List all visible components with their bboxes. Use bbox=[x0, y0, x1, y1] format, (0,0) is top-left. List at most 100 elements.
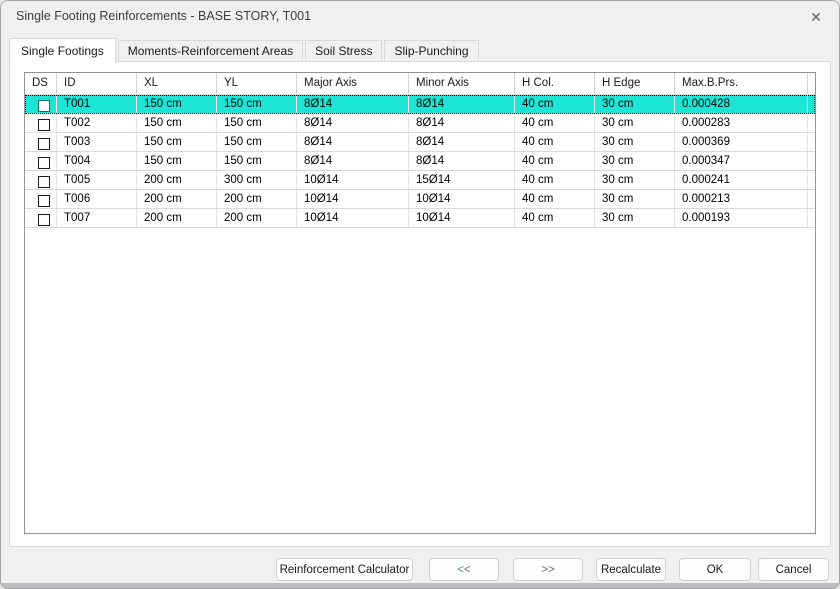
cell-yl: 200 cm bbox=[217, 209, 297, 227]
column-header-xl[interactable]: XL bbox=[137, 73, 217, 94]
cell-yl: 150 cm bbox=[217, 114, 297, 132]
cell-h-col: 40 cm bbox=[515, 152, 595, 170]
cell-h-edge: 30 cm bbox=[595, 171, 675, 189]
cell-minor-axis: 10Ø14 bbox=[409, 209, 515, 227]
table-header-row: DS ID XL YL Major Axis Minor Axis H Col.… bbox=[25, 73, 815, 95]
tab-page-single-footings: DS ID XL YL Major Axis Minor Axis H Col.… bbox=[9, 61, 831, 547]
cell-minor-axis: 8Ø14 bbox=[409, 95, 515, 113]
footings-table: DS ID XL YL Major Axis Minor Axis H Col.… bbox=[24, 72, 816, 534]
cell-yl: 150 cm bbox=[217, 95, 297, 113]
column-header-ds[interactable]: DS bbox=[25, 73, 57, 94]
cell-h-col: 40 cm bbox=[515, 171, 595, 189]
cell-xl: 150 cm bbox=[137, 152, 217, 170]
table-row[interactable]: T003 150 cm 150 cm 8Ø14 8Ø14 40 cm 30 cm… bbox=[25, 133, 815, 152]
column-header-h-col[interactable]: H Col. bbox=[515, 73, 595, 94]
cell-ds bbox=[25, 152, 57, 170]
cell-xl: 150 cm bbox=[137, 133, 217, 151]
row-checkbox[interactable] bbox=[38, 138, 50, 150]
cell-ds bbox=[25, 133, 57, 151]
row-checkbox[interactable] bbox=[38, 195, 50, 207]
cell-minor-axis: 15Ø14 bbox=[409, 171, 515, 189]
cell-xl: 200 cm bbox=[137, 190, 217, 208]
cell-ds bbox=[25, 114, 57, 132]
cell-h-edge: 30 cm bbox=[595, 95, 675, 113]
cell-major-axis: 8Ø14 bbox=[297, 114, 409, 132]
cell-yl: 150 cm bbox=[217, 133, 297, 151]
cell-max-b-prs: 0.000241 bbox=[675, 171, 808, 189]
cell-id: T004 bbox=[57, 152, 137, 170]
row-checkbox[interactable] bbox=[38, 157, 50, 169]
cell-h-edge: 30 cm bbox=[595, 152, 675, 170]
cell-yl: 300 cm bbox=[217, 171, 297, 189]
cell-xl: 150 cm bbox=[137, 95, 217, 113]
row-checkbox[interactable] bbox=[38, 100, 50, 112]
cell-h-col: 40 cm bbox=[515, 133, 595, 151]
column-header-minor-axis[interactable]: Minor Axis bbox=[409, 73, 515, 94]
cell-id: T007 bbox=[57, 209, 137, 227]
cell-h-edge: 30 cm bbox=[595, 190, 675, 208]
cell-major-axis: 8Ø14 bbox=[297, 133, 409, 151]
column-header-max-b-prs[interactable]: Max.B.Prs. bbox=[675, 73, 808, 94]
cell-spacer bbox=[808, 95, 815, 113]
cell-h-col: 40 cm bbox=[515, 190, 595, 208]
table-body: T001 150 cm 150 cm 8Ø14 8Ø14 40 cm 30 cm… bbox=[25, 95, 815, 228]
cell-h-col: 40 cm bbox=[515, 209, 595, 227]
cell-id: T002 bbox=[57, 114, 137, 132]
table-row[interactable]: T004 150 cm 150 cm 8Ø14 8Ø14 40 cm 30 cm… bbox=[25, 152, 815, 171]
cell-ds bbox=[25, 95, 57, 113]
reinforcement-calculator-button[interactable]: Reinforcement Calculator bbox=[276, 558, 413, 581]
cell-minor-axis: 8Ø14 bbox=[409, 114, 515, 132]
row-checkbox[interactable] bbox=[38, 176, 50, 188]
tab-moments-reinforcement-areas[interactable]: Moments-Reinforcement Areas bbox=[118, 40, 303, 62]
cell-id: T005 bbox=[57, 171, 137, 189]
cell-yl: 200 cm bbox=[217, 190, 297, 208]
cell-h-edge: 30 cm bbox=[595, 114, 675, 132]
column-header-spacer bbox=[808, 73, 815, 94]
column-header-id[interactable]: ID bbox=[57, 73, 137, 94]
cell-spacer bbox=[808, 171, 815, 189]
cell-spacer bbox=[808, 152, 815, 170]
table-row[interactable]: T007 200 cm 200 cm 10Ø14 10Ø14 40 cm 30 … bbox=[25, 209, 815, 228]
cell-max-b-prs: 0.000213 bbox=[675, 190, 808, 208]
cell-spacer bbox=[808, 114, 815, 132]
window-title: Single Footing Reinforcements - BASE STO… bbox=[16, 9, 311, 23]
previous-button[interactable]: << bbox=[429, 558, 499, 581]
cell-spacer bbox=[808, 209, 815, 227]
table-row[interactable]: T001 150 cm 150 cm 8Ø14 8Ø14 40 cm 30 cm… bbox=[25, 95, 815, 114]
row-checkbox[interactable] bbox=[38, 119, 50, 131]
cell-major-axis: 10Ø14 bbox=[297, 190, 409, 208]
cell-max-b-prs: 0.000283 bbox=[675, 114, 808, 132]
tab-soil-stress[interactable]: Soil Stress bbox=[305, 40, 382, 62]
column-header-yl[interactable]: YL bbox=[217, 73, 297, 94]
table-row[interactable]: T005 200 cm 300 cm 10Ø14 15Ø14 40 cm 30 … bbox=[25, 171, 815, 190]
column-header-h-edge[interactable]: H Edge bbox=[595, 73, 675, 94]
tab-single-footings[interactable]: Single Footings bbox=[9, 38, 116, 63]
cell-major-axis: 8Ø14 bbox=[297, 152, 409, 170]
cell-spacer bbox=[808, 133, 815, 151]
cell-max-b-prs: 0.000428 bbox=[675, 95, 808, 113]
next-button[interactable]: >> bbox=[513, 558, 583, 581]
title-bar: Single Footing Reinforcements - BASE STO… bbox=[1, 1, 839, 33]
close-icon: ✕ bbox=[810, 9, 822, 26]
column-header-major-axis[interactable]: Major Axis bbox=[297, 73, 409, 94]
cell-id: T003 bbox=[57, 133, 137, 151]
cell-major-axis: 10Ø14 bbox=[297, 209, 409, 227]
table-row[interactable]: T002 150 cm 150 cm 8Ø14 8Ø14 40 cm 30 cm… bbox=[25, 114, 815, 133]
cell-major-axis: 10Ø14 bbox=[297, 171, 409, 189]
cell-max-b-prs: 0.000369 bbox=[675, 133, 808, 151]
cell-max-b-prs: 0.000193 bbox=[675, 209, 808, 227]
ok-button[interactable]: OK bbox=[679, 558, 751, 581]
tab-slip-punching[interactable]: Slip-Punching bbox=[384, 40, 478, 62]
close-button[interactable]: ✕ bbox=[803, 6, 829, 28]
cell-major-axis: 8Ø14 bbox=[297, 95, 409, 113]
recalculate-button[interactable]: Recalculate bbox=[596, 558, 666, 581]
cell-ds bbox=[25, 171, 57, 189]
cancel-button[interactable]: Cancel bbox=[758, 558, 829, 581]
row-checkbox[interactable] bbox=[38, 214, 50, 226]
cell-id: T006 bbox=[57, 190, 137, 208]
cell-minor-axis: 8Ø14 bbox=[409, 133, 515, 151]
cell-id: T001 bbox=[57, 95, 137, 113]
tab-strip: Single Footings Moments-Reinforcement Ar… bbox=[9, 38, 831, 62]
cell-minor-axis: 8Ø14 bbox=[409, 152, 515, 170]
table-row[interactable]: T006 200 cm 200 cm 10Ø14 10Ø14 40 cm 30 … bbox=[25, 190, 815, 209]
